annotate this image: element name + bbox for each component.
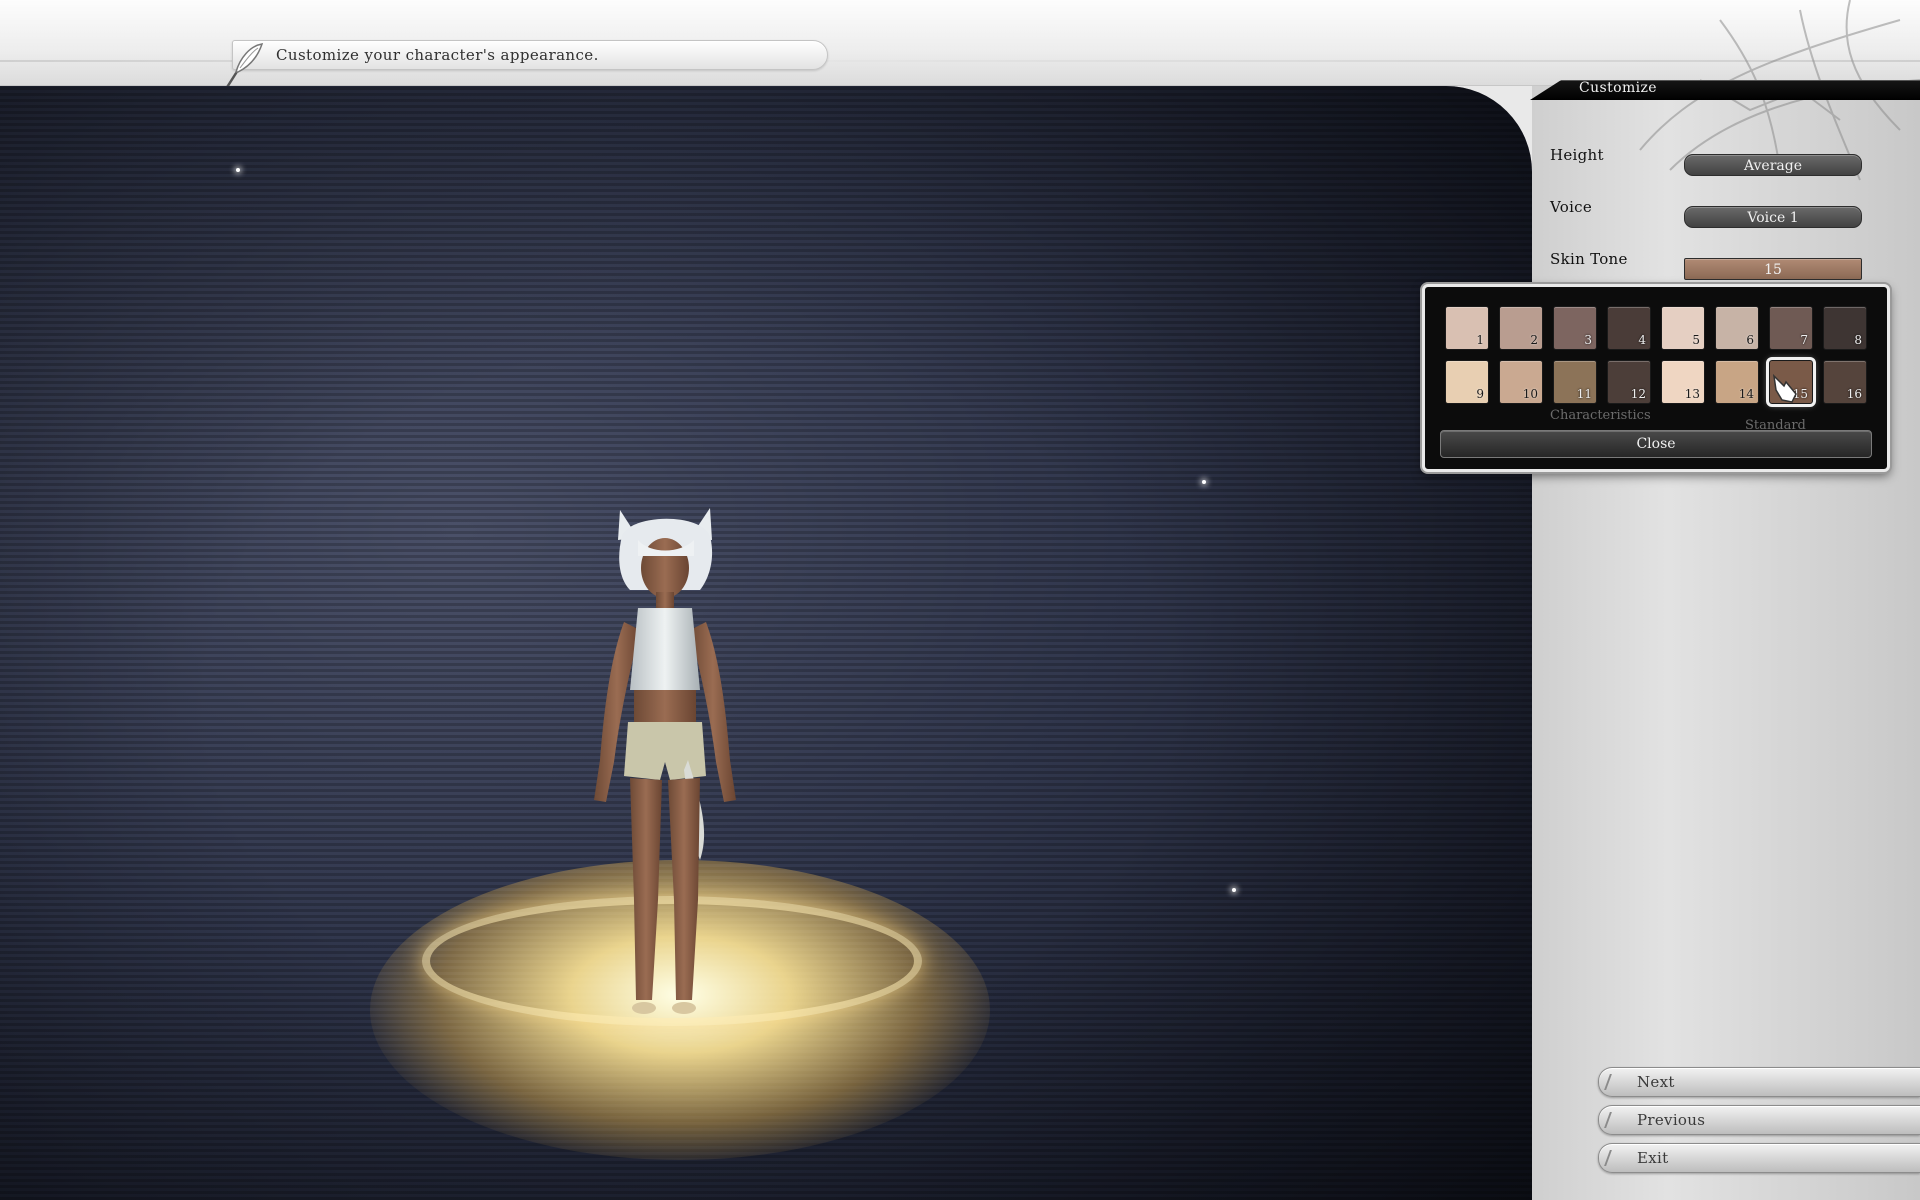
swatch-number: 1 [1476,333,1484,347]
skin-swatch[interactable]: 2 [1499,306,1543,350]
voice-selector[interactable]: Voice 1 [1684,206,1862,228]
sparkle [1202,480,1206,484]
previous-button[interactable]: Previous [1598,1105,1920,1135]
swatch-number: 4 [1638,333,1646,347]
skin-swatch[interactable]: 13 [1661,360,1705,404]
height-selector[interactable]: Average [1684,154,1862,176]
skin-swatch[interactable]: 11 [1553,360,1597,404]
skin-swatch[interactable]: 3 [1553,306,1597,350]
character-model[interactable] [560,500,770,1080]
swatch-number: 12 [1630,387,1646,401]
swatch-number: 6 [1746,333,1754,347]
next-label: Next [1637,1073,1675,1091]
close-button[interactable]: Close [1440,430,1872,458]
characteristics-label-behind: Characteristics [1550,408,1651,423]
swatch-number: 7 [1800,333,1808,347]
sparkle [236,168,240,172]
swatch-number: 13 [1684,387,1700,401]
swatch-number: 2 [1530,333,1538,347]
skin-swatch[interactable]: 4 [1607,306,1651,350]
button-tab-icon [1604,1112,1624,1128]
skin-tone-label: Skin Tone [1550,250,1628,268]
skin-swatch[interactable]: 12 [1607,360,1651,404]
skin-swatch[interactable]: 6 [1715,306,1759,350]
swatch-number: 14 [1738,387,1754,401]
exit-button[interactable]: Exit [1598,1143,1920,1173]
swatch-number: 11 [1576,387,1592,401]
skin-swatch[interactable]: 1 [1445,306,1489,350]
exit-label: Exit [1637,1149,1669,1167]
pointer-hand-icon [1772,373,1797,403]
instruction-text: Customize your character's appearance. [276,46,599,64]
skin-swatch[interactable]: 14 [1715,360,1759,404]
skin-swatch[interactable]: 9 [1445,360,1489,404]
height-label: Height [1550,146,1604,164]
sparkle [1232,888,1236,892]
swatch-number: 10 [1522,387,1538,401]
voice-label: Voice [1550,198,1593,216]
swatch-number: 16 [1846,387,1862,401]
skin-swatch[interactable]: 5 [1661,306,1705,350]
swatch-number: 3 [1584,333,1592,347]
skin-swatch[interactable]: 16 [1823,360,1867,404]
swatch-number: 9 [1476,387,1484,401]
skin-swatch[interactable]: 8 [1823,306,1867,350]
skin-swatch[interactable]: 10 [1499,360,1543,404]
skin-swatch[interactable]: 7 [1769,306,1813,350]
next-button[interactable]: Next [1598,1067,1920,1097]
swatch-number: 8 [1854,333,1862,347]
previous-label: Previous [1637,1111,1706,1129]
button-tab-icon [1604,1150,1624,1166]
skin-tone-selector[interactable]: 15 [1684,258,1862,280]
swatch-number: 5 [1692,333,1700,347]
panel-title: Customize [1579,80,1657,96]
button-tab-icon [1604,1074,1624,1090]
